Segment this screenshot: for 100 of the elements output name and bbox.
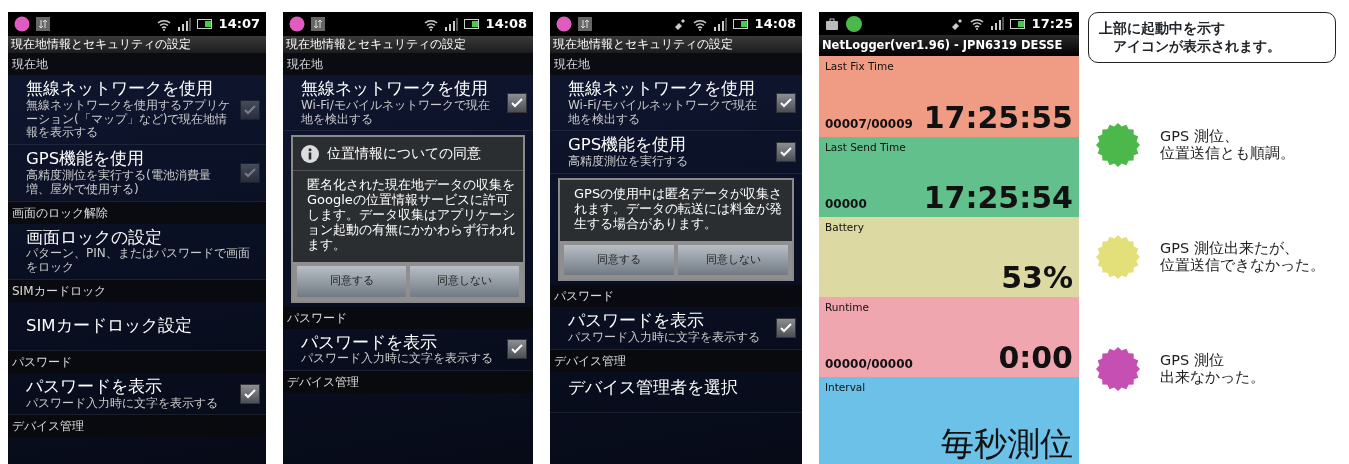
setting-title: SIMカードロック設定 xyxy=(26,315,193,336)
panel-value: 53% xyxy=(1001,262,1073,293)
setting-title: 無線ネットワークを使用 xyxy=(26,79,214,99)
wifi-icon xyxy=(969,17,984,31)
panel-value: 毎秒測位 xyxy=(941,427,1073,461)
checkbox[interactable] xyxy=(240,383,260,404)
battery-icon xyxy=(1009,18,1026,29)
panel-label: Last Fix Time xyxy=(825,59,895,75)
check-icon xyxy=(779,322,793,335)
setting-item[interactable]: SIMカードロック設定 xyxy=(8,301,266,351)
notification-icon xyxy=(36,17,50,31)
section-header: デバイス管理 xyxy=(550,349,802,372)
wifi-icon xyxy=(156,17,171,31)
setting-summary: Wi-Fi/モバイルネットワークで現在地を検出する xyxy=(301,98,491,127)
checkbox[interactable] xyxy=(776,318,796,339)
panel-label: Interval xyxy=(825,380,867,396)
app-badge-icon xyxy=(556,16,572,32)
section-header: パスワード xyxy=(8,350,266,373)
setting-summary: パターン、PIN、またはパスワードで画面をロック xyxy=(26,247,251,275)
setting-item[interactable]: 無線ネットワークを使用 Wi-Fi/モバイルネットワークで現在地を検出する xyxy=(283,75,533,132)
check-icon xyxy=(243,103,257,116)
panel-count: 00000/00000 xyxy=(825,356,913,374)
setting-item[interactable]: 画面ロックの設定 パターン、PIN、またはパスワードで画面をロック xyxy=(8,223,266,280)
setting-summary: Wi-Fi/モバイルネットワークで現在地を検出する xyxy=(568,98,758,127)
battery-icon xyxy=(463,19,480,29)
app-badge-icon xyxy=(289,16,305,32)
check-icon xyxy=(779,96,793,109)
briefcase-icon xyxy=(825,17,839,30)
dialog-title: 位置情報についての同意 xyxy=(327,144,481,164)
status-time: 14:08 xyxy=(485,15,527,34)
battery-icon xyxy=(732,19,749,29)
section-header: デバイス管理 xyxy=(283,371,533,394)
panel-value: 17:25:55 xyxy=(923,102,1073,133)
battery-icon xyxy=(196,19,213,29)
panel-label: Battery xyxy=(825,219,865,235)
setting-title: パスワードを表示 xyxy=(26,376,163,397)
setting-item[interactable]: 無線ネットワークを使用 Wi-Fi/モバイルネットワークで現在地を検出する xyxy=(550,75,802,132)
setting-summary: 高精度測位を実行する(電池消費量増、屋外で使用する) xyxy=(26,169,212,197)
check-icon xyxy=(243,166,257,179)
dialog-button[interactable]: 同意する xyxy=(297,266,406,297)
setting-summary: 高精度測位を実行する xyxy=(568,155,689,169)
setting-item[interactable]: デバイス管理者を選択 xyxy=(550,371,802,413)
checkbox[interactable] xyxy=(776,92,796,113)
section-header: 画面のロック解除 xyxy=(8,201,266,224)
setting-title: パスワードを表示 xyxy=(568,311,705,331)
screen-title: 現在地情報とセキュリティの設定 xyxy=(550,36,802,53)
check-icon xyxy=(510,343,524,356)
status-time: 14:07 xyxy=(218,15,260,34)
wifi-icon xyxy=(423,17,438,31)
setting-title: 無線ネットワークを使用 xyxy=(301,79,489,99)
panel-count: 00007/00009 xyxy=(825,115,913,133)
notification-icon xyxy=(311,17,325,31)
setting-summary: 無線ネットワークを使用するアプリケーション(「マップ」など)で現在地情報を表示する xyxy=(26,98,231,141)
panel-label: Runtime xyxy=(825,299,870,315)
signal-icon xyxy=(443,17,458,31)
legend-text: GPS 測位、 xyxy=(1160,128,1239,145)
screen-title: 現在地情報とセキュリティの設定 xyxy=(8,36,266,53)
setting-item[interactable]: パスワードを表示 パスワード入力時に文字を表示する xyxy=(550,307,802,350)
signal-icon xyxy=(712,17,727,31)
info-icon xyxy=(301,144,319,163)
section-header: パスワード xyxy=(283,306,533,329)
dialog-message: GPSの使用中は匿名データが収集されます。データの転送には料金が発生する場合があります。 xyxy=(573,185,784,233)
setting-summary: パスワード入力時に文字を表示する xyxy=(568,331,761,345)
legend-text: GPS 測位出来たが、 xyxy=(1160,240,1299,257)
wifi-icon xyxy=(692,17,707,31)
setting-title: GPS機能を使用 xyxy=(26,149,146,169)
signal-icon xyxy=(989,17,1004,31)
section-header: デバイス管理 xyxy=(8,415,266,438)
signal-icon xyxy=(176,17,191,31)
check-icon xyxy=(243,387,257,400)
setting-summary: パスワード入力時に文字を表示する xyxy=(301,352,494,367)
legend-text: GPS 測位 xyxy=(1160,352,1224,369)
screen-title: NetLogger(ver1.96) - JPN6319 DESSE xyxy=(819,35,1079,57)
app-badge-icon xyxy=(14,16,30,32)
checkbox[interactable] xyxy=(507,92,527,113)
notification-icon xyxy=(578,17,592,31)
screen-title: 現在地情報とセキュリティの設定 xyxy=(283,36,533,53)
dialog-button[interactable]: 同意する xyxy=(564,244,674,276)
setting-title: GPS機能を使用 xyxy=(568,135,688,155)
legend-text: 位置送信できなかった。 xyxy=(1160,257,1325,274)
section-header: 現在地 xyxy=(8,53,266,75)
setting-title: パスワードを表示 xyxy=(301,332,438,352)
panel-count: 00000 xyxy=(825,195,867,213)
setting-title: 画面ロックの設定 xyxy=(26,227,163,248)
dialog-message: 匿名化された現在地データの収集をGoogleの位置情報サービスに許可します。データ収集はアプリケーション起動の有無にかかわらず行われます。 xyxy=(306,176,516,255)
legend-text: 出来なかった。 xyxy=(1160,369,1265,386)
section-header: 現在地 xyxy=(550,53,802,75)
setting-item[interactable]: GPS機能を使用 高精度測位を実行する xyxy=(550,131,802,174)
panel-label: Last Send Time xyxy=(825,139,907,155)
check-icon xyxy=(510,96,524,109)
checkbox[interactable] xyxy=(507,339,527,360)
dialog-button[interactable]: 同意しない xyxy=(410,266,519,297)
section-header: SIMカードロック xyxy=(8,279,266,302)
checkbox[interactable] xyxy=(776,142,796,163)
setting-title: 無線ネットワークを使用 xyxy=(568,79,756,99)
dialog-button[interactable]: 同意しない xyxy=(678,244,788,276)
section-header: 現在地 xyxy=(283,53,533,75)
callout-text: 上部に起動中を示す xyxy=(1099,20,1226,38)
status-time: 14:08 xyxy=(754,15,796,34)
status-time: 17:25 xyxy=(1031,14,1073,33)
